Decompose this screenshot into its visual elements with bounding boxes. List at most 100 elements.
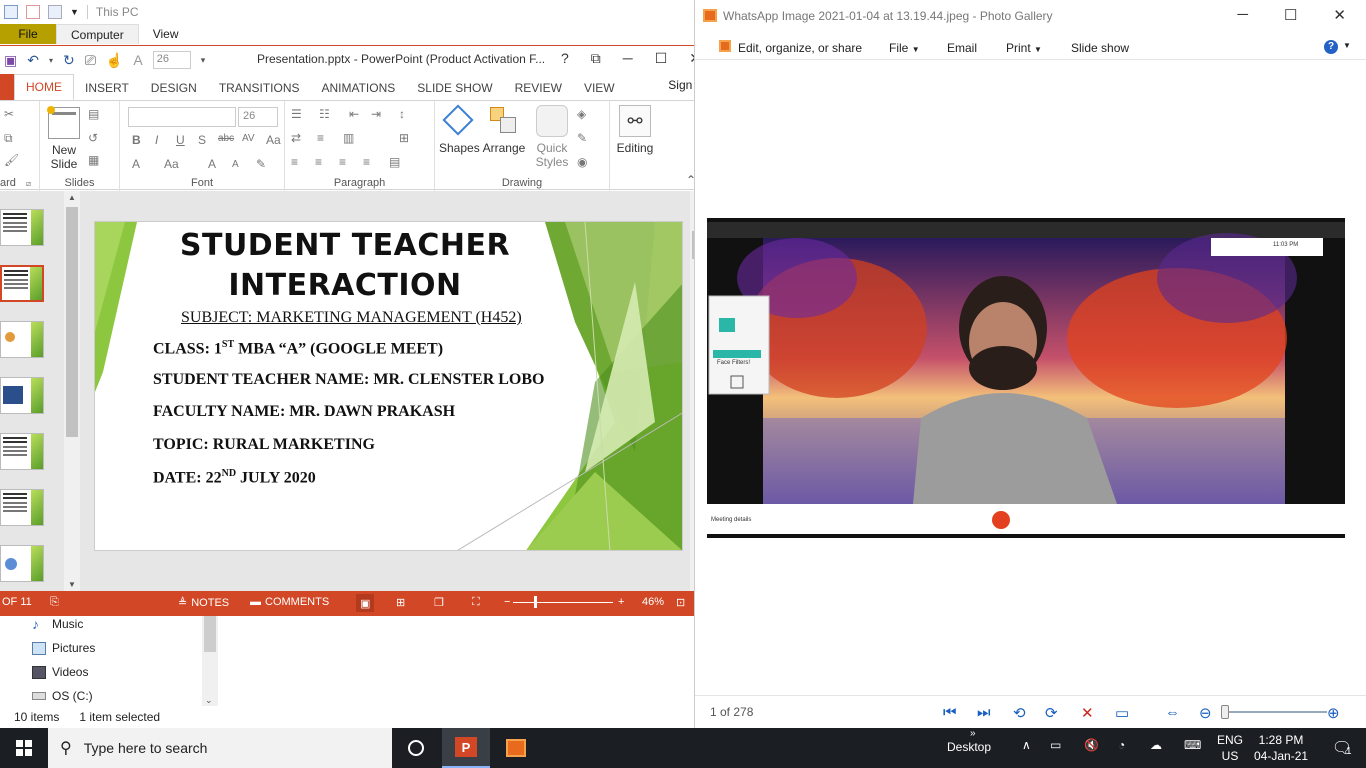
- slide-thumbnail[interactable]: [0, 377, 44, 414]
- increase-indent-icon[interactable]: ⇥: [371, 107, 381, 121]
- undo-icon[interactable]: ↶: [27, 52, 39, 69]
- grow-font-icon[interactable]: A: [208, 157, 216, 171]
- qat-dropdown-icon[interactable]: ▼: [70, 7, 79, 17]
- slide-sorter-icon[interactable]: ⊞: [396, 596, 405, 609]
- line-spacing-icon[interactable]: ↕: [399, 107, 405, 121]
- clear-format-icon[interactable]: ✎: [256, 157, 266, 171]
- touch-mode-icon[interactable]: ☝: [106, 52, 123, 69]
- strikethrough-icon[interactable]: abc: [218, 133, 234, 144]
- save-icon[interactable]: ▣: [4, 52, 17, 69]
- tab-review[interactable]: REVIEW: [504, 76, 573, 100]
- font-size-combo[interactable]: 26: [238, 107, 278, 127]
- columns-2-icon[interactable]: ▤: [389, 155, 400, 169]
- scroll-down-icon[interactable]: ⌄: [205, 695, 213, 706]
- font-name-combo[interactable]: [128, 107, 236, 127]
- file-menu[interactable]: File ▼: [889, 41, 920, 55]
- justify-icon[interactable]: ≡: [363, 155, 370, 169]
- start-button[interactable]: [0, 728, 48, 768]
- scrollbar-thumb[interactable]: [66, 207, 78, 437]
- cloud-icon[interactable]: ☁: [1150, 738, 1162, 752]
- normal-view-icon[interactable]: ▣: [356, 594, 375, 612]
- shape-effects-icon[interactable]: ◉: [577, 155, 587, 169]
- slide-thumbnail[interactable]: [0, 209, 44, 246]
- font-size-mini-combo[interactable]: 26: [152, 51, 191, 69]
- font-color-icon[interactable]: A: [132, 157, 140, 171]
- close-icon[interactable]: ✕: [1333, 6, 1346, 24]
- shadow-icon[interactable]: S: [198, 133, 206, 147]
- quick-styles-button[interactable]: Quick Styles: [531, 105, 573, 169]
- tab-transitions[interactable]: TRANSITIONS: [208, 76, 311, 100]
- editing-button[interactable]: ⚯ Editing: [614, 105, 656, 155]
- fit-slide-icon[interactable]: ⊡: [676, 596, 685, 609]
- help-icon[interactable]: ?: [1324, 40, 1338, 54]
- new-folder-icon[interactable]: [48, 5, 62, 19]
- tab-animations[interactable]: ANIMATIONS: [310, 76, 406, 100]
- columns-icon[interactable]: ▥: [343, 131, 354, 145]
- rotate-right-icon[interactable]: ⟳: [1045, 704, 1058, 722]
- minimize-icon[interactable]: ─: [623, 50, 633, 67]
- tray-overflow-icon[interactable]: »: [970, 728, 976, 739]
- nav-item-videos[interactable]: Videos: [0, 660, 220, 684]
- explorer-tab-view[interactable]: View: [139, 24, 193, 44]
- shape-outline-icon[interactable]: ✎: [577, 131, 587, 145]
- layout-icon[interactable]: ▤: [88, 107, 99, 121]
- maximize-icon[interactable]: ☐: [1284, 6, 1297, 24]
- align-left-icon[interactable]: ≡: [291, 155, 298, 169]
- battery-icon[interactable]: ▭: [1050, 738, 1061, 752]
- slide-thumbnail[interactable]: [0, 433, 44, 470]
- minimize-icon[interactable]: ─: [1237, 6, 1248, 24]
- dialog-launcher-icon[interactable]: ⧄: [26, 179, 31, 189]
- zoom-slider-thumb[interactable]: [1221, 705, 1229, 719]
- bold-icon[interactable]: B: [132, 133, 141, 147]
- decrease-indent-icon[interactable]: ⇤: [349, 107, 359, 121]
- explorer-tab-file[interactable]: File: [0, 24, 56, 44]
- checkbox-icon[interactable]: [26, 5, 40, 19]
- underline-icon[interactable]: U: [176, 133, 185, 147]
- align-center-icon[interactable]: ≡: [315, 155, 322, 169]
- font-size-aa-icon[interactable]: Aa: [164, 157, 179, 171]
- slide-show-menu[interactable]: Slide show: [1071, 41, 1129, 55]
- slideshow-icon[interactable]: ▭: [1115, 704, 1129, 722]
- bullets-icon[interactable]: ☰: [291, 107, 302, 121]
- show-hidden-icons-icon[interactable]: ∧: [1022, 738, 1031, 752]
- from-beginning-icon[interactable]: ⎚: [85, 52, 96, 69]
- copy-icon[interactable]: ⧉: [4, 131, 13, 146]
- new-slide-button[interactable]: New Slide: [44, 106, 84, 171]
- explorer-tab-computer[interactable]: Computer: [56, 24, 139, 44]
- email-menu[interactable]: Email: [947, 41, 977, 55]
- taskbar-photo-gallery[interactable]: [492, 728, 540, 768]
- slide-thumbnail-selected[interactable]: [0, 265, 44, 302]
- maximize-icon[interactable]: ☐: [655, 50, 668, 67]
- italic-icon[interactable]: I: [155, 133, 158, 147]
- spell-check-icon[interactable]: ⎘: [50, 596, 59, 609]
- taskbar-powerpoint[interactable]: P: [442, 728, 490, 768]
- wifi-icon[interactable]: ◔: [1118, 738, 1125, 752]
- shrink-font-icon[interactable]: A: [232, 159, 239, 170]
- desktop-toolbar[interactable]: Desktop: [947, 740, 991, 754]
- arrange-button[interactable]: Arrange: [481, 105, 527, 155]
- char-spacing-icon[interactable]: AV: [242, 133, 255, 144]
- customize-qat-icon[interactable]: ▾: [201, 55, 206, 66]
- tab-insert[interactable]: INSERT: [74, 76, 140, 100]
- format-painter-icon[interactable]: 🖌: [4, 153, 19, 167]
- zoom-in-icon[interactable]: ⊕: [1327, 704, 1340, 722]
- slide-thumbnail[interactable]: [0, 489, 44, 526]
- reset-icon[interactable]: ↺: [88, 131, 98, 145]
- delete-icon[interactable]: ✕: [1081, 704, 1094, 722]
- shapes-button[interactable]: Shapes: [439, 104, 480, 155]
- shape-fill-icon[interactable]: ◈: [577, 107, 586, 121]
- nav-item-os-c[interactable]: OS (C:): [0, 684, 220, 708]
- notes-button[interactable]: ≜ NOTES: [178, 596, 229, 610]
- change-case-icon[interactable]: Aa: [266, 133, 281, 147]
- tab-design[interactable]: DESIGN: [140, 76, 208, 100]
- rotate-left-icon[interactable]: ⟲: [1013, 704, 1026, 722]
- properties-icon[interactable]: [4, 5, 18, 19]
- previous-icon[interactable]: ⏮: [943, 704, 957, 721]
- ribbon-display-icon[interactable]: ⧉: [591, 50, 601, 67]
- text-direction-icon[interactable]: ⇄: [291, 131, 301, 145]
- scrollbar-thumb[interactable]: [204, 616, 216, 652]
- scroll-up-icon[interactable]: ▲: [68, 193, 76, 202]
- help-icon[interactable]: ?: [561, 50, 569, 67]
- volume-muted-icon[interactable]: 🔇: [1084, 738, 1099, 752]
- zoom-slider[interactable]: [513, 602, 613, 603]
